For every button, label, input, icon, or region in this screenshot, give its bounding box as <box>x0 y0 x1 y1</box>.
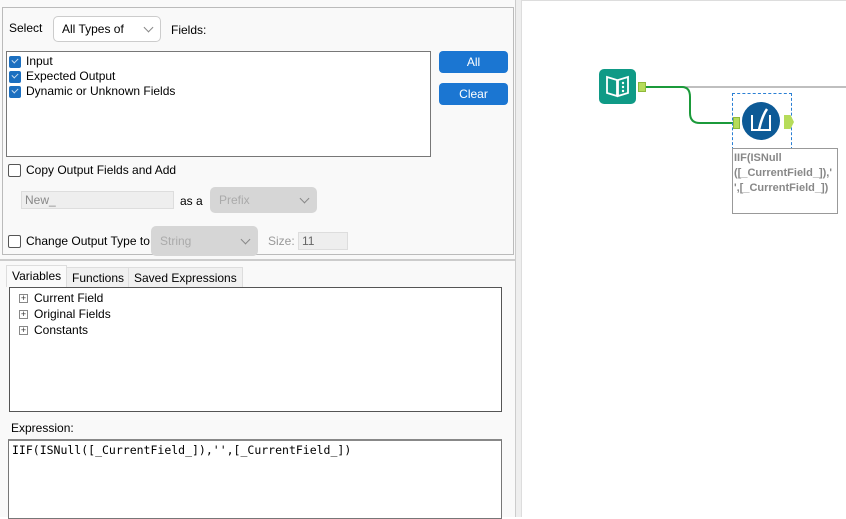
fields-list: Input Expected Output Dynamic or Unknown… <box>6 51 431 157</box>
expression-label: Expression: <box>11 421 74 435</box>
expand-icon[interactable]: + <box>19 293 28 303</box>
book-icon <box>606 75 629 98</box>
field-label: Expected Output <box>26 69 116 83</box>
checkbox-checked-icon[interactable] <box>9 55 21 68</box>
tree-item-original-fields[interactable]: + Original Fields <box>19 306 501 322</box>
field-item-input[interactable]: Input <box>7 54 430 69</box>
type-value: String <box>160 234 192 248</box>
output-type-dropdown[interactable]: String <box>151 226 258 256</box>
output-anchor[interactable] <box>638 82 646 92</box>
clear-button[interactable]: Clear <box>439 83 508 105</box>
workflow-canvas[interactable]: IIF(ISNull ([_CurrentField_]),' ',[_Curr… <box>522 0 846 517</box>
all-button[interactable]: All <box>439 51 508 73</box>
tab-functions[interactable]: Functions <box>66 267 131 287</box>
section-divider <box>0 259 515 261</box>
tab-saved-expressions[interactable]: Saved Expressions <box>128 267 243 287</box>
prefix-input[interactable]: New_ <box>21 191 174 209</box>
tree-label: Original Fields <box>34 307 111 321</box>
annotation-line: ([_CurrentField_]),' <box>734 167 832 179</box>
tree-label: Constants <box>34 323 89 337</box>
field-type-dropdown[interactable]: All Types of <box>53 16 161 42</box>
checkbox-checked-icon[interactable] <box>9 70 21 83</box>
fields-label: Fields: <box>171 23 207 37</box>
chevron-down-icon <box>299 193 310 203</box>
chevron-down-icon <box>143 22 154 32</box>
tree-item-constants[interactable]: + Constants <box>19 322 501 338</box>
checkbox-checked-icon[interactable] <box>9 85 21 98</box>
field-type-value: All Types of <box>62 22 124 36</box>
panel-splitter[interactable] <box>515 0 522 517</box>
annotation-line: IIF(ISNull <box>734 152 782 164</box>
select-label: Select <box>9 21 43 35</box>
change-type-label: Change Output Type to <box>26 234 150 248</box>
size-label: Size: <box>268 234 295 248</box>
checkbox-icon[interactable] <box>8 234 21 248</box>
as-a-label: as a <box>180 194 203 208</box>
tool-annotation: IIF(ISNull ([_CurrentField_]),' ',[_Curr… <box>732 148 838 214</box>
size-input[interactable]: 11 <box>298 232 348 250</box>
expand-icon[interactable]: + <box>19 309 28 319</box>
tree-item-current-field[interactable]: + Current Field <box>19 290 501 306</box>
chevron-down-icon <box>240 234 251 244</box>
checkbox-icon[interactable] <box>8 163 21 177</box>
annotation-line: ',[_CurrentField_]) <box>734 182 829 194</box>
expression-editor[interactable]: IIF(ISNull([_CurrentField_]),'',[_Curren… <box>8 439 502 519</box>
change-type-checkbox[interactable]: Change Output Type to <box>8 234 150 248</box>
canvas-connections <box>646 86 846 124</box>
connector-line <box>646 86 734 124</box>
tree-label: Current Field <box>34 291 104 305</box>
input-anchor[interactable] <box>733 117 740 129</box>
position-value: Prefix <box>219 193 250 207</box>
field-label: Input <box>26 54 53 68</box>
input-data-tool[interactable] <box>599 69 636 104</box>
multi-field-formula-tool[interactable] <box>742 102 780 140</box>
configuration-panel: Select All Types of Fields: Input Expect… <box>0 0 515 519</box>
prefix-suffix-dropdown[interactable]: Prefix <box>210 187 317 213</box>
formula-beaker-icon <box>751 108 771 131</box>
expand-icon[interactable]: + <box>19 325 28 335</box>
multi-field-config: Select All Types of Fields: Input Expect… <box>2 7 514 256</box>
tab-variables[interactable]: Variables <box>6 265 68 287</box>
variables-tree: + Current Field + Original Fields + Constan… <box>9 287 502 412</box>
copy-output-checkbox[interactable]: Copy Output Fields and Add <box>8 163 176 177</box>
field-item-expected-output[interactable]: Expected Output <box>7 69 430 84</box>
field-item-dynamic[interactable]: Dynamic or Unknown Fields <box>7 84 430 99</box>
copy-output-label: Copy Output Fields and Add <box>26 163 177 177</box>
field-label: Dynamic or Unknown Fields <box>26 84 176 98</box>
